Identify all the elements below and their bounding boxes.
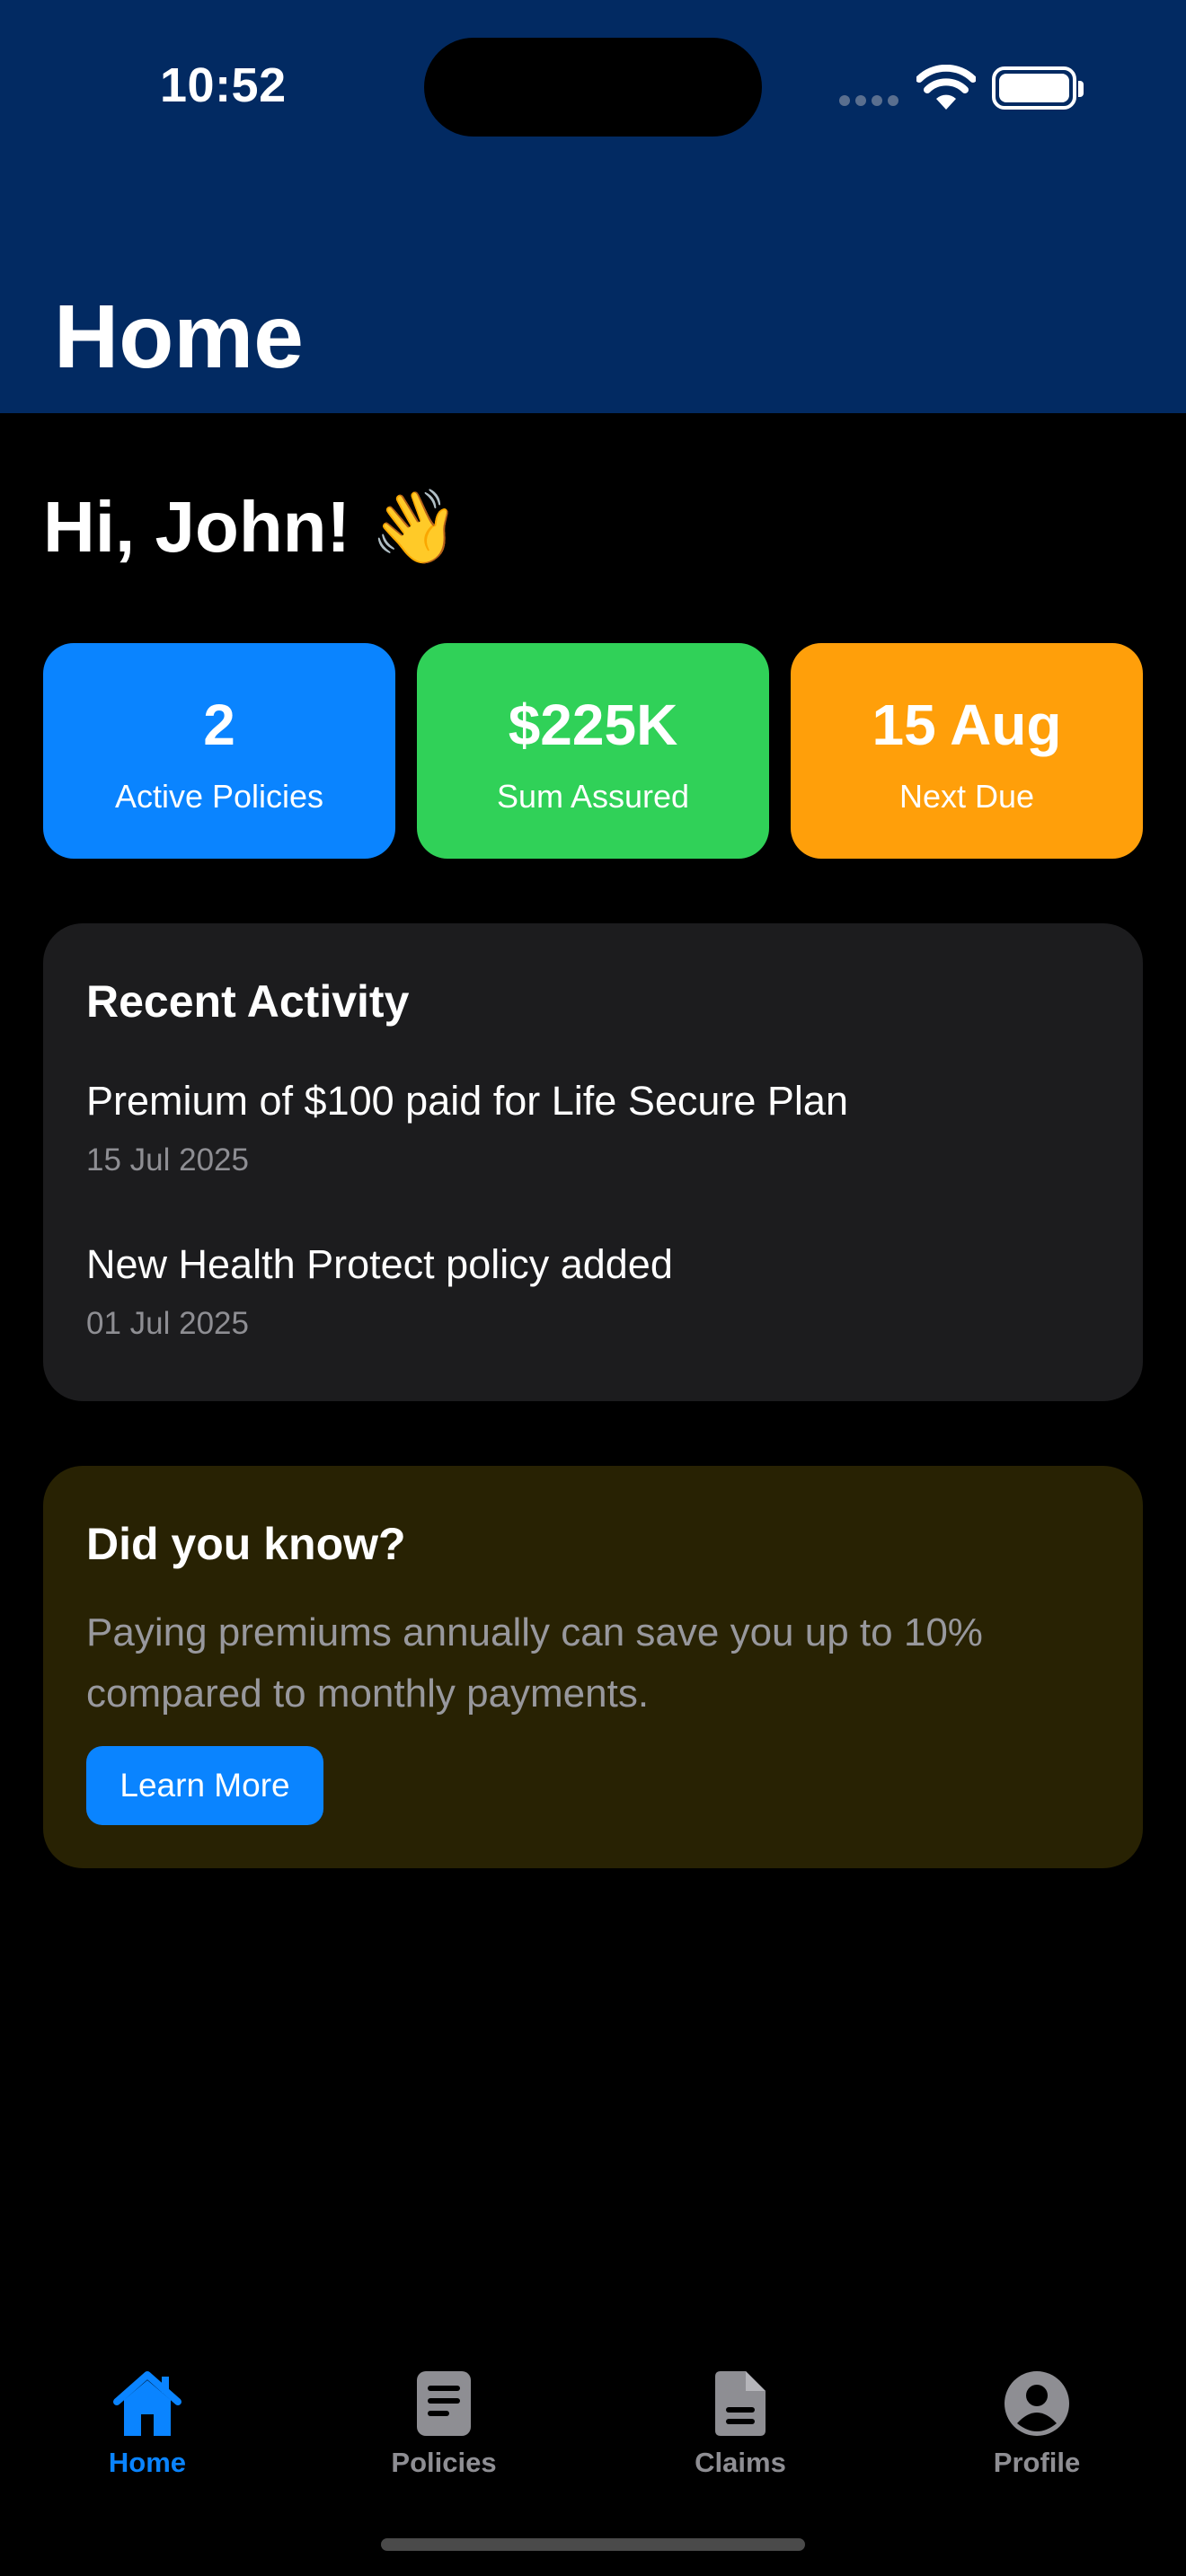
battery-icon [992,66,1076,110]
tab-claims[interactable]: Claims [642,2359,839,2484]
house-icon [113,2371,181,2436]
recent-activity-heading: Recent Activity [86,976,410,1027]
stat-card-next-due[interactable]: 15 Aug Next Due [791,643,1143,859]
stat-value: $225K [508,693,678,757]
activity-date: 01 Jul 2025 [86,1306,249,1341]
activity-item[interactable]: Premium of $100 paid for Life Secure Pla… [86,1078,848,1178]
tip-heading: Did you know? [86,1519,406,1569]
tab-label: Policies [391,2447,497,2478]
tab-profile[interactable]: Profile [938,2359,1136,2484]
stat-label: Sum Assured [496,778,690,815]
page-title: Home [54,287,304,387]
battery-fill [999,74,1069,102]
stat-card-active-policies[interactable]: 2 Active Policies [43,643,395,859]
battery-tip [1078,81,1084,97]
home-screen: 10:52 Home Hi, John! 👋 2 Active Policies… [0,0,1186,2576]
person-circle-icon [1005,2371,1069,2436]
tab-home[interactable]: Home [49,2359,246,2484]
document-icon [417,2371,471,2436]
stat-label: Next Due [898,778,1035,815]
status-time: 10:52 [160,58,287,112]
file-icon [715,2371,766,2436]
activity-item[interactable]: New Health Protect policy added 01 Jul 2… [86,1241,673,1342]
tab-label: Profile [993,2447,1081,2478]
header: 10:52 Home [0,0,1186,413]
tip-card: Did you know? Paying premiums annually c… [43,1466,1143,1868]
tab-policies[interactable]: Policies [345,2359,543,2484]
tab-label: Home [108,2447,187,2478]
recent-activity-card: Recent Activity Premium of $100 paid for… [43,923,1143,1401]
stat-card-sum-assured[interactable]: $225K Sum Assured [417,643,769,859]
stat-value: 2 [203,693,235,757]
cellular-signal-icon [839,90,902,108]
learn-more-button[interactable]: Learn More [86,1746,323,1825]
stat-value: 15 Aug [872,693,1062,757]
tab-label: Claims [695,2447,786,2478]
activity-title: Premium of $100 paid for Life Secure Pla… [86,1078,848,1124]
activity-title: New Health Protect policy added [86,1241,673,1287]
stat-label: Active Policies [114,778,324,815]
activity-date: 15 Jul 2025 [86,1142,249,1178]
wifi-icon [916,65,976,110]
tip-text: Paying premiums annually can save you up… [86,1610,983,1716]
dynamic-island [424,38,762,137]
greeting: Hi, John! 👋 [43,487,461,567]
home-indicator[interactable] [381,2538,805,2551]
